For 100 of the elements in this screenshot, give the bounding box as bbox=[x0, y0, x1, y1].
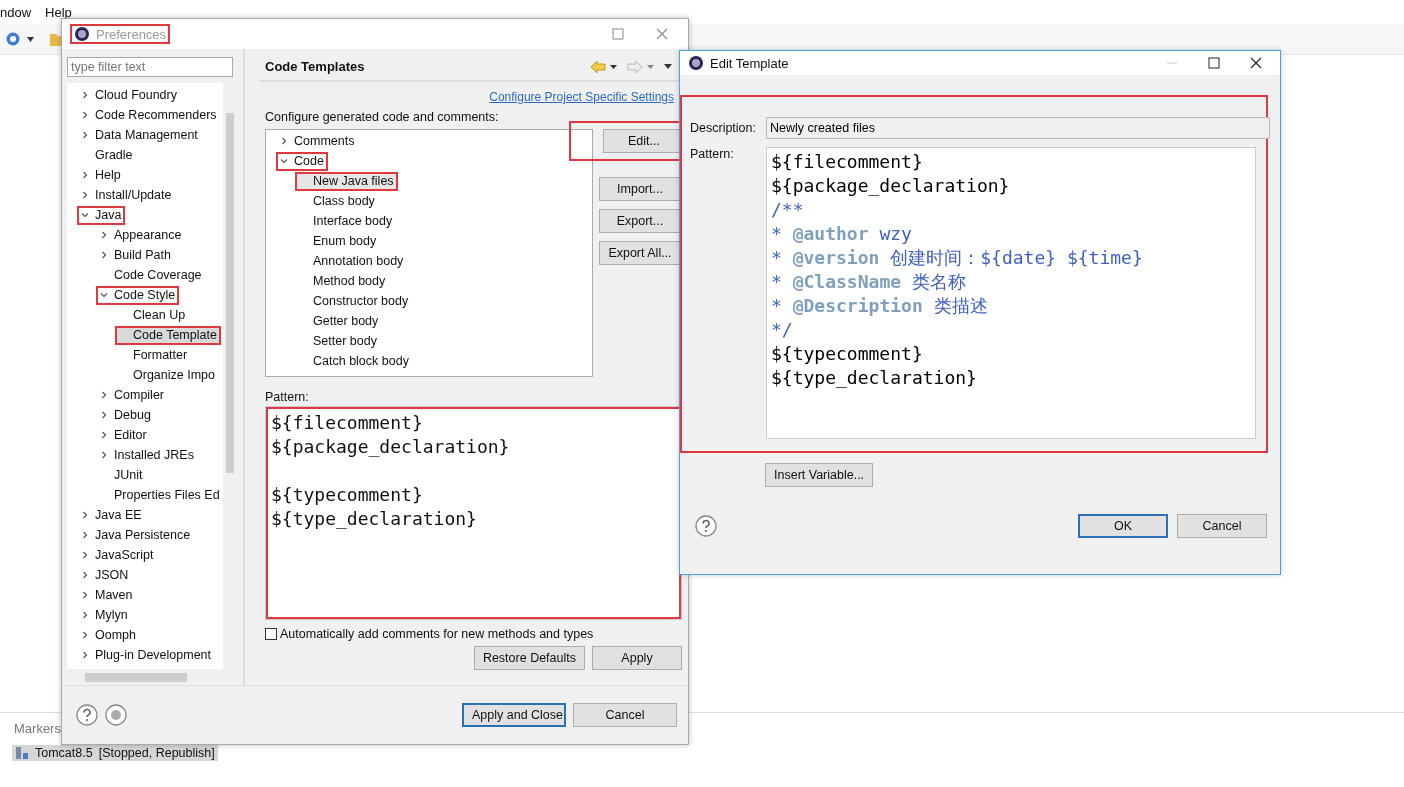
tree-item[interactable]: Gradle bbox=[77, 145, 137, 165]
chevron-icon[interactable] bbox=[100, 391, 108, 399]
tree-item[interactable]: Organize Impo bbox=[115, 365, 219, 385]
menu-item[interactable]: ndow bbox=[0, 4, 32, 20]
tree-item[interactable]: Method body bbox=[295, 271, 390, 291]
chevron-icon[interactable] bbox=[81, 111, 89, 119]
chevron-icon[interactable] bbox=[100, 291, 108, 299]
globe-icon[interactable] bbox=[5, 31, 21, 47]
tree-item[interactable]: Data Management bbox=[77, 125, 202, 145]
tree-item[interactable]: Code Style bbox=[96, 285, 180, 305]
close-icon[interactable] bbox=[1250, 57, 1262, 69]
tree-item[interactable]: Java EE bbox=[77, 505, 146, 525]
template-button[interactable]: Export All... bbox=[599, 241, 681, 265]
menu-item[interactable]: Help bbox=[45, 4, 72, 20]
chevron-icon[interactable] bbox=[81, 211, 89, 219]
tree-item[interactable]: Installed JREs bbox=[96, 445, 198, 465]
template-button[interactable]: Import... bbox=[599, 177, 681, 201]
tree-item[interactable]: Getter body bbox=[295, 311, 383, 331]
caret-icon[interactable] bbox=[610, 64, 617, 69]
tree-item[interactable]: Java bbox=[77, 205, 126, 225]
dialog-button[interactable]: Apply and Close bbox=[462, 703, 566, 727]
dialog-button[interactable]: Cancel bbox=[1177, 514, 1267, 538]
tree-item[interactable]: JSON bbox=[77, 565, 133, 585]
chevron-icon[interactable] bbox=[81, 91, 89, 99]
chevron-icon[interactable] bbox=[280, 157, 288, 165]
record-icon[interactable] bbox=[105, 704, 127, 726]
dialog-button[interactable]: OK bbox=[1078, 514, 1168, 538]
chevron-icon[interactable] bbox=[81, 611, 89, 619]
chevron-icon[interactable] bbox=[100, 431, 108, 439]
tree-item[interactable]: Constructor body bbox=[295, 291, 413, 311]
tree-item[interactable]: Debug bbox=[96, 405, 155, 425]
tree-item[interactable]: Oomph bbox=[77, 625, 140, 645]
tree-item[interactable]: Mylyn bbox=[77, 605, 132, 625]
tree-item[interactable]: Setter body bbox=[295, 331, 381, 351]
tree-item[interactable]: Class body bbox=[295, 191, 379, 211]
chevron-icon[interactable] bbox=[81, 531, 89, 539]
tree-item[interactable]: Interface body bbox=[295, 211, 397, 231]
tree-item[interactable]: Clean Up bbox=[115, 305, 190, 325]
code-line: ${typecomment} bbox=[271, 484, 423, 505]
chevron-icon[interactable] bbox=[100, 451, 108, 459]
view-tab[interactable]: Markers bbox=[14, 721, 61, 736]
template-button[interactable]: Export... bbox=[599, 209, 681, 233]
tree-item[interactable]: Properties Files Ed bbox=[96, 485, 223, 505]
tree-item[interactable]: JUnit bbox=[96, 465, 147, 485]
chevron-icon[interactable] bbox=[81, 171, 89, 179]
maximize-icon[interactable] bbox=[1208, 57, 1220, 69]
tree-item[interactable]: Plug-in Development bbox=[77, 645, 216, 665]
tree-item[interactable]: Cloud Foundry bbox=[77, 85, 181, 105]
server-row[interactable]: Tomcat8.5 [Stopped, Republish] bbox=[12, 745, 218, 761]
chevron-icon[interactable] bbox=[280, 137, 288, 145]
project-settings-link[interactable]: Configure Project Specific Settings bbox=[489, 90, 674, 104]
chevron-icon[interactable] bbox=[100, 251, 108, 259]
chevron-icon[interactable] bbox=[81, 191, 89, 199]
tree-item[interactable]: Code Coverage bbox=[96, 265, 206, 285]
tree-item[interactable]: Java Persistence bbox=[77, 525, 195, 545]
pattern-editor[interactable]: ${filecomment} ${package_declaration} /** * @author wzy * @version 创建时间：${date} ${time} * @ClassName 类名称 * @Description 类描述 */ ${typecomment} ${type_declaration} bbox=[766, 147, 1256, 439]
pattern-label: Pattern: bbox=[690, 147, 735, 161]
tree-item[interactable]: Install/Update bbox=[77, 185, 176, 205]
tree-item[interactable]: Annotation body bbox=[295, 251, 408, 271]
window-title: Edit Template bbox=[710, 55, 789, 71]
filter-field[interactable]: type filter text bbox=[67, 57, 233, 77]
help-icon[interactable] bbox=[695, 515, 717, 537]
tree-item[interactable]: Code Template bbox=[115, 325, 221, 345]
chevron-icon[interactable] bbox=[81, 551, 89, 559]
chevron-icon[interactable] bbox=[81, 511, 89, 519]
pattern-label: Pattern: bbox=[265, 390, 310, 404]
server-icon bbox=[15, 746, 29, 760]
tree-item[interactable]: Editor bbox=[96, 425, 151, 445]
description-field[interactable]: Newly created files bbox=[766, 117, 1270, 139]
chevron-icon[interactable] bbox=[81, 131, 89, 139]
tree-item[interactable]: Catch block body bbox=[295, 351, 413, 371]
dialog-button[interactable]: Cancel bbox=[573, 703, 677, 727]
chevron-icon[interactable] bbox=[100, 231, 108, 239]
chevron-icon[interactable] bbox=[81, 591, 89, 599]
caret-icon[interactable] bbox=[664, 64, 672, 69]
tree-item[interactable]: Enum body bbox=[295, 231, 381, 251]
chevron-icon[interactable] bbox=[100, 411, 108, 419]
page-button[interactable]: Apply bbox=[592, 646, 682, 670]
tree-item[interactable]: Compiler bbox=[96, 385, 168, 405]
tree-item[interactable]: New Java files bbox=[295, 171, 398, 191]
insert-variable-button[interactable]: Insert Variable... bbox=[765, 463, 874, 487]
tree-item[interactable]: Help bbox=[77, 165, 125, 185]
help-icon[interactable] bbox=[76, 704, 98, 726]
pattern-preview[interactable]: ${filecomment} ${package_declaration} ${typecomment} ${type_declaration} bbox=[265, 406, 682, 620]
chevron-icon[interactable] bbox=[81, 651, 89, 659]
chevron-icon[interactable] bbox=[81, 631, 89, 639]
tree-item[interactable]: Maven bbox=[77, 585, 137, 605]
tree-item[interactable]: Build Path bbox=[96, 245, 175, 265]
page-button[interactable]: Restore Defaults bbox=[473, 646, 585, 670]
tree-item[interactable]: Code bbox=[276, 151, 328, 171]
tree-item[interactable]: Comments bbox=[276, 131, 359, 151]
tree-item[interactable]: Appearance bbox=[96, 225, 186, 245]
code-line: ${package_declaration} bbox=[271, 436, 510, 457]
chevron-icon[interactable] bbox=[81, 571, 89, 579]
tree-item[interactable]: Code Recommenders bbox=[77, 105, 221, 125]
tree-item[interactable]: JavaScript bbox=[77, 545, 158, 565]
caret-icon[interactable] bbox=[27, 36, 34, 42]
server-name: Tomcat8.5 bbox=[35, 746, 93, 760]
tree-item[interactable]: Formatter bbox=[115, 345, 192, 365]
checkbox[interactable] bbox=[265, 628, 277, 640]
